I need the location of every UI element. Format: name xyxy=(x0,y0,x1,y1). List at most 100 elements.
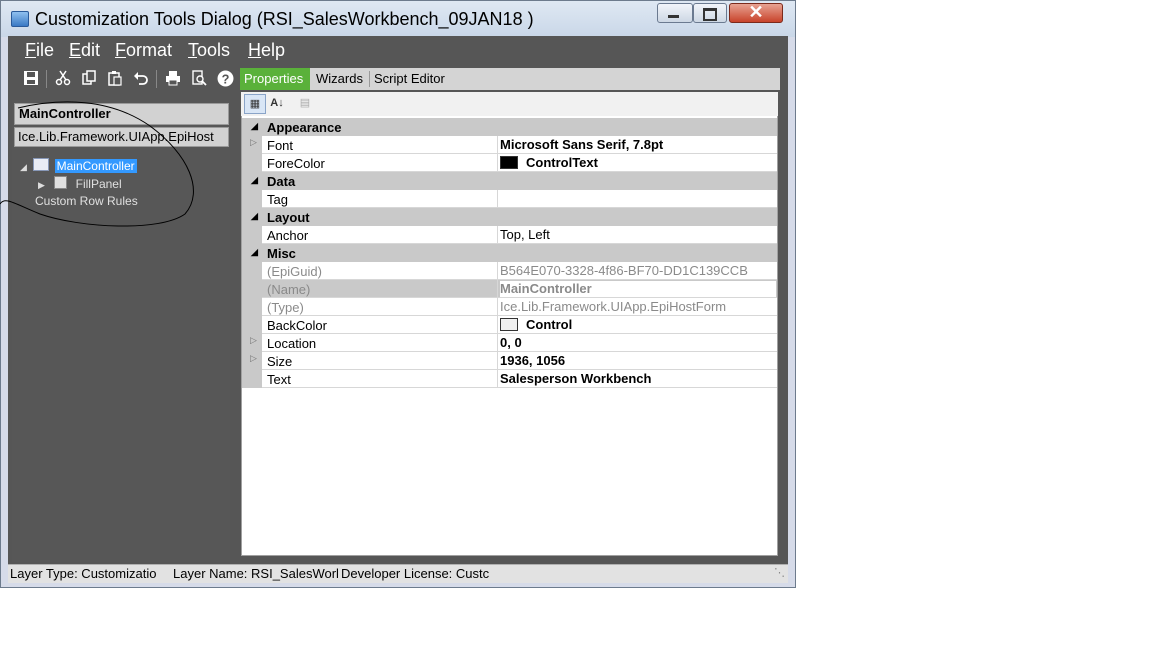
status-bar: Layer Type: Customizatio Layer Name: RSI… xyxy=(8,564,788,583)
expand-icon[interactable]: ▷ xyxy=(250,353,257,364)
column-divider xyxy=(497,190,498,208)
menu-help-label: elp xyxy=(261,40,286,60)
toolbar-separator xyxy=(156,70,157,88)
toolbar-separator xyxy=(46,70,47,88)
resize-grip-icon[interactable]: ⋱ xyxy=(774,566,785,579)
property-row-name[interactable]: (Name) MainController xyxy=(242,280,777,298)
property-row-size[interactable]: ▷ Size 1936, 1056 xyxy=(242,352,777,370)
property-row-type[interactable]: (Type) Ice.Lib.Framework.UIApp.EpiHostFor… xyxy=(242,298,777,316)
category-label: Layout xyxy=(267,210,310,225)
save-icon[interactable] xyxy=(22,70,40,88)
status-license: Developer License: Custc xyxy=(341,566,490,581)
menu-file-mnemonic: F xyxy=(25,40,36,60)
help-icon[interactable]: ? xyxy=(216,70,234,88)
column-divider xyxy=(497,280,498,298)
menu-help-mnemonic: H xyxy=(248,40,261,60)
cut-icon[interactable] xyxy=(54,70,72,88)
property-row-font[interactable]: ▷ Font Microsoft Sans Serif, 7.8pt xyxy=(242,136,777,154)
property-value-color[interactable]: ControlText xyxy=(500,155,776,170)
undo-icon[interactable] xyxy=(132,70,150,88)
property-row-anchor[interactable]: Anchor Top, Left xyxy=(242,226,777,244)
property-value[interactable]: Microsoft Sans Serif, 7.8pt xyxy=(500,137,776,152)
tab-script-editor[interactable]: Script Editor xyxy=(370,68,449,90)
column-divider xyxy=(497,352,498,370)
menu-file[interactable]: File xyxy=(25,40,54,61)
close-button[interactable]: ✕ xyxy=(729,2,783,23)
property-name: ForeColor xyxy=(267,156,325,171)
collapse-icon[interactable]: ◢ xyxy=(251,121,258,132)
property-value[interactable]: Ice.Lib.Framework.UIApp.EpiHostForm xyxy=(500,299,776,314)
color-swatch xyxy=(500,156,518,169)
menu-bar: File Edit Format Tools Help xyxy=(8,38,788,64)
menu-help[interactable]: Help xyxy=(248,40,285,61)
category-misc[interactable]: ◢ Misc xyxy=(242,244,777,262)
property-grid-toolbar: ▦ A↓ ▤ xyxy=(241,92,778,116)
print-icon[interactable] xyxy=(164,70,182,88)
row-gutter xyxy=(242,298,262,316)
column-divider xyxy=(497,262,498,280)
menu-format-label: ormat xyxy=(126,40,173,60)
close-icon: ✕ xyxy=(748,2,764,22)
copy-icon[interactable] xyxy=(80,70,98,88)
row-gutter xyxy=(242,280,262,298)
property-row-forecolor[interactable]: ForeColor ControlText xyxy=(242,154,777,172)
row-gutter xyxy=(242,154,262,172)
row-gutter xyxy=(242,190,262,208)
property-name: Size xyxy=(267,354,293,369)
collapse-icon[interactable]: ◢ xyxy=(251,247,258,258)
minimize-button[interactable] xyxy=(657,3,693,23)
color-swatch xyxy=(500,318,518,331)
category-data[interactable]: ◢ Data xyxy=(242,172,777,190)
property-value: ControlText xyxy=(526,155,598,170)
status-layer-name: Layer Name: RSI_SalesWorkb xyxy=(173,566,338,581)
property-name: Font xyxy=(267,138,294,153)
property-value[interactable]: 1936, 1056 xyxy=(500,353,776,368)
toolbar: ? xyxy=(8,66,242,92)
menu-tools[interactable]: Tools xyxy=(188,40,230,61)
window-title: Customization Tools Dialog (RSI_SalesWor… xyxy=(35,9,534,29)
tab-properties[interactable]: Properties xyxy=(240,68,310,90)
expand-icon[interactable]: ▷ xyxy=(250,335,257,346)
paste-icon[interactable] xyxy=(106,70,124,88)
row-gutter xyxy=(242,316,262,334)
property-name: Text xyxy=(267,372,291,387)
expand-icon[interactable]: ▷ xyxy=(250,137,257,148)
property-value[interactable]: B564E070-3328-4f86-BF70-DD1C139CCB xyxy=(500,263,776,278)
property-pages-icon[interactable]: ▤ xyxy=(295,94,315,112)
property-row-location[interactable]: ▷ Location 0, 0 xyxy=(242,334,777,352)
property-name: (EpiGuid) xyxy=(267,264,322,279)
tab-wizards[interactable]: Wizards xyxy=(312,68,367,90)
property-value-color[interactable]: Control xyxy=(500,317,776,332)
property-name: Location xyxy=(267,336,317,351)
property-value: Control xyxy=(526,317,573,332)
maximize-icon xyxy=(703,8,717,21)
property-row-epiguid[interactable]: (EpiGuid) B564E070-3328-4f86-BF70-DD1C139… xyxy=(242,262,777,280)
collapse-icon[interactable]: ◢ xyxy=(251,211,258,222)
menu-edit-mnemonic: E xyxy=(69,40,82,60)
property-row-backcolor[interactable]: BackColor Control xyxy=(242,316,777,334)
property-row-tag[interactable]: Tag xyxy=(242,190,777,208)
menu-format[interactable]: Format xyxy=(115,40,172,61)
property-value[interactable]: Top, Left xyxy=(500,227,776,242)
hand-drawn-annotation-circle xyxy=(0,101,194,227)
property-name: Tag xyxy=(267,192,288,207)
column-divider xyxy=(497,370,498,388)
maximize-button[interactable] xyxy=(693,3,727,23)
row-gutter xyxy=(242,370,262,388)
property-value[interactable]: MainController xyxy=(500,281,776,297)
column-divider xyxy=(497,316,498,334)
title-bar[interactable]: Customization Tools Dialog (RSI_SalesWor… xyxy=(1,1,795,37)
svg-text:?: ? xyxy=(221,71,229,86)
category-layout[interactable]: ◢ Layout xyxy=(242,208,777,226)
row-gutter: ▷ xyxy=(242,334,262,352)
categorized-view-icon[interactable]: ▦ xyxy=(244,94,266,114)
column-divider xyxy=(497,136,498,154)
property-value[interactable]: 0, 0 xyxy=(500,335,776,350)
property-row-text[interactable]: Text Salesperson Workbench xyxy=(242,370,777,388)
menu-edit[interactable]: Edit xyxy=(69,40,100,61)
print-preview-icon[interactable] xyxy=(190,70,208,88)
category-appearance[interactable]: ◢ Appearance xyxy=(242,118,777,136)
property-value[interactable]: Salesperson Workbench xyxy=(500,371,776,386)
collapse-icon[interactable]: ◢ xyxy=(251,175,258,186)
alphabetical-sort-icon[interactable]: A↓ xyxy=(267,94,287,112)
